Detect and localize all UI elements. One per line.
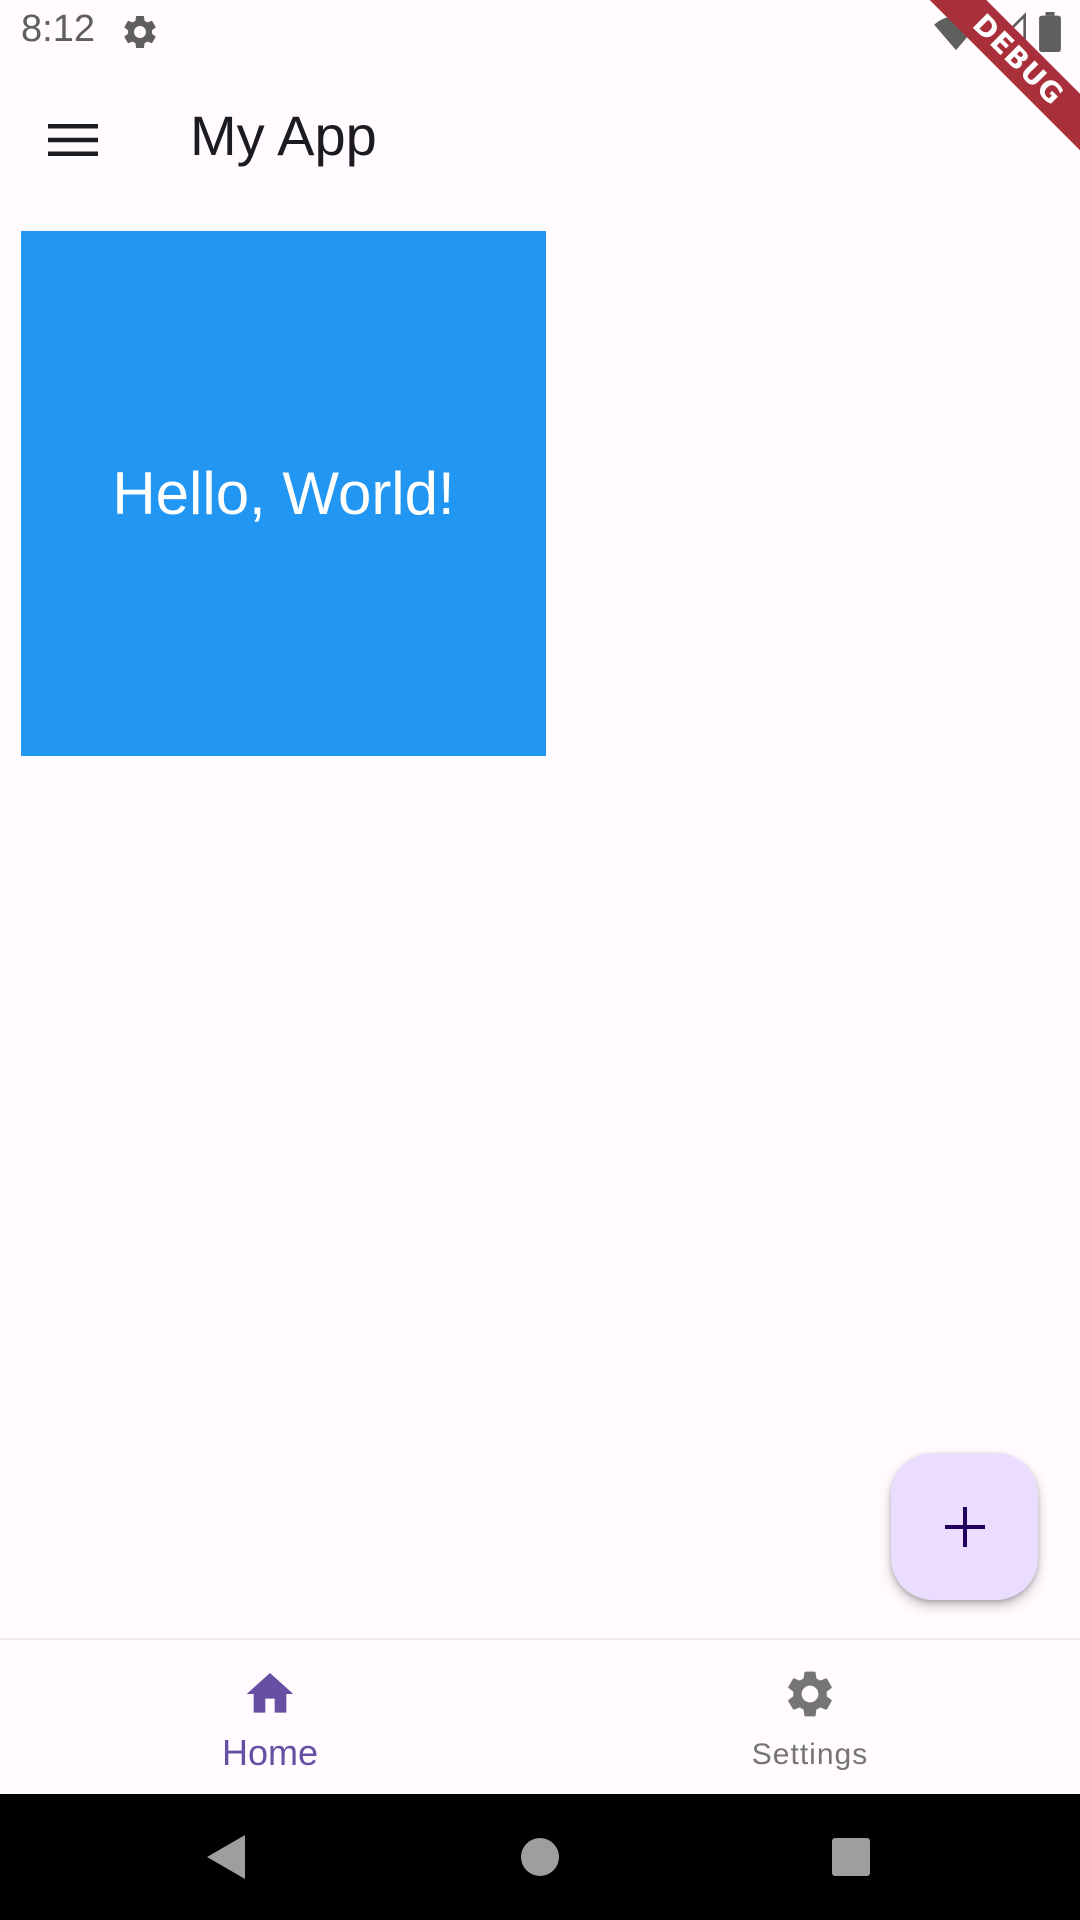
system-back-button[interactable] — [192, 1824, 258, 1890]
home-icon — [246, 1673, 294, 1713]
status-bar: 8:12 — [0, 0, 1080, 63]
app-bar: My App — [0, 63, 1080, 210]
menu-button[interactable] — [30, 97, 116, 183]
plus-icon — [944, 1506, 985, 1547]
back-icon — [207, 1835, 245, 1879]
app-title: My App — [190, 104, 377, 167]
system-home-button[interactable] — [507, 1824, 573, 1890]
hamburger-menu-icon — [48, 124, 98, 156]
home-circle-icon — [521, 1838, 559, 1876]
bottom-navigation: Home Settings — [0, 1638, 1080, 1794]
system-recents-button[interactable] — [818, 1824, 884, 1890]
app-screen: 8:12 My App Hello, World! Home Settings … — [0, 0, 1080, 1794]
nav-label-settings: Settings — [751, 1738, 869, 1771]
recents-icon — [832, 1838, 870, 1876]
add-fab-button[interactable] — [891, 1453, 1038, 1600]
wifi-icon — [934, 16, 978, 51]
battery-icon — [1039, 12, 1061, 52]
settings-icon — [788, 1671, 832, 1717]
hello-world-text: Hello, World! — [112, 460, 455, 527]
status-settings-icon — [124, 15, 156, 48]
system-navigation-bar — [0, 1794, 1080, 1920]
status-time: 8:12 — [21, 8, 95, 50]
signal-icon — [988, 12, 1026, 50]
hello-world-box: Hello, World! — [21, 231, 546, 756]
nav-label-home: Home — [221, 1732, 319, 1773]
nav-item-settings[interactable]: Settings — [540, 1640, 1080, 1794]
status-right-icons — [934, 12, 1062, 52]
nav-item-home[interactable]: Home — [0, 1640, 540, 1794]
